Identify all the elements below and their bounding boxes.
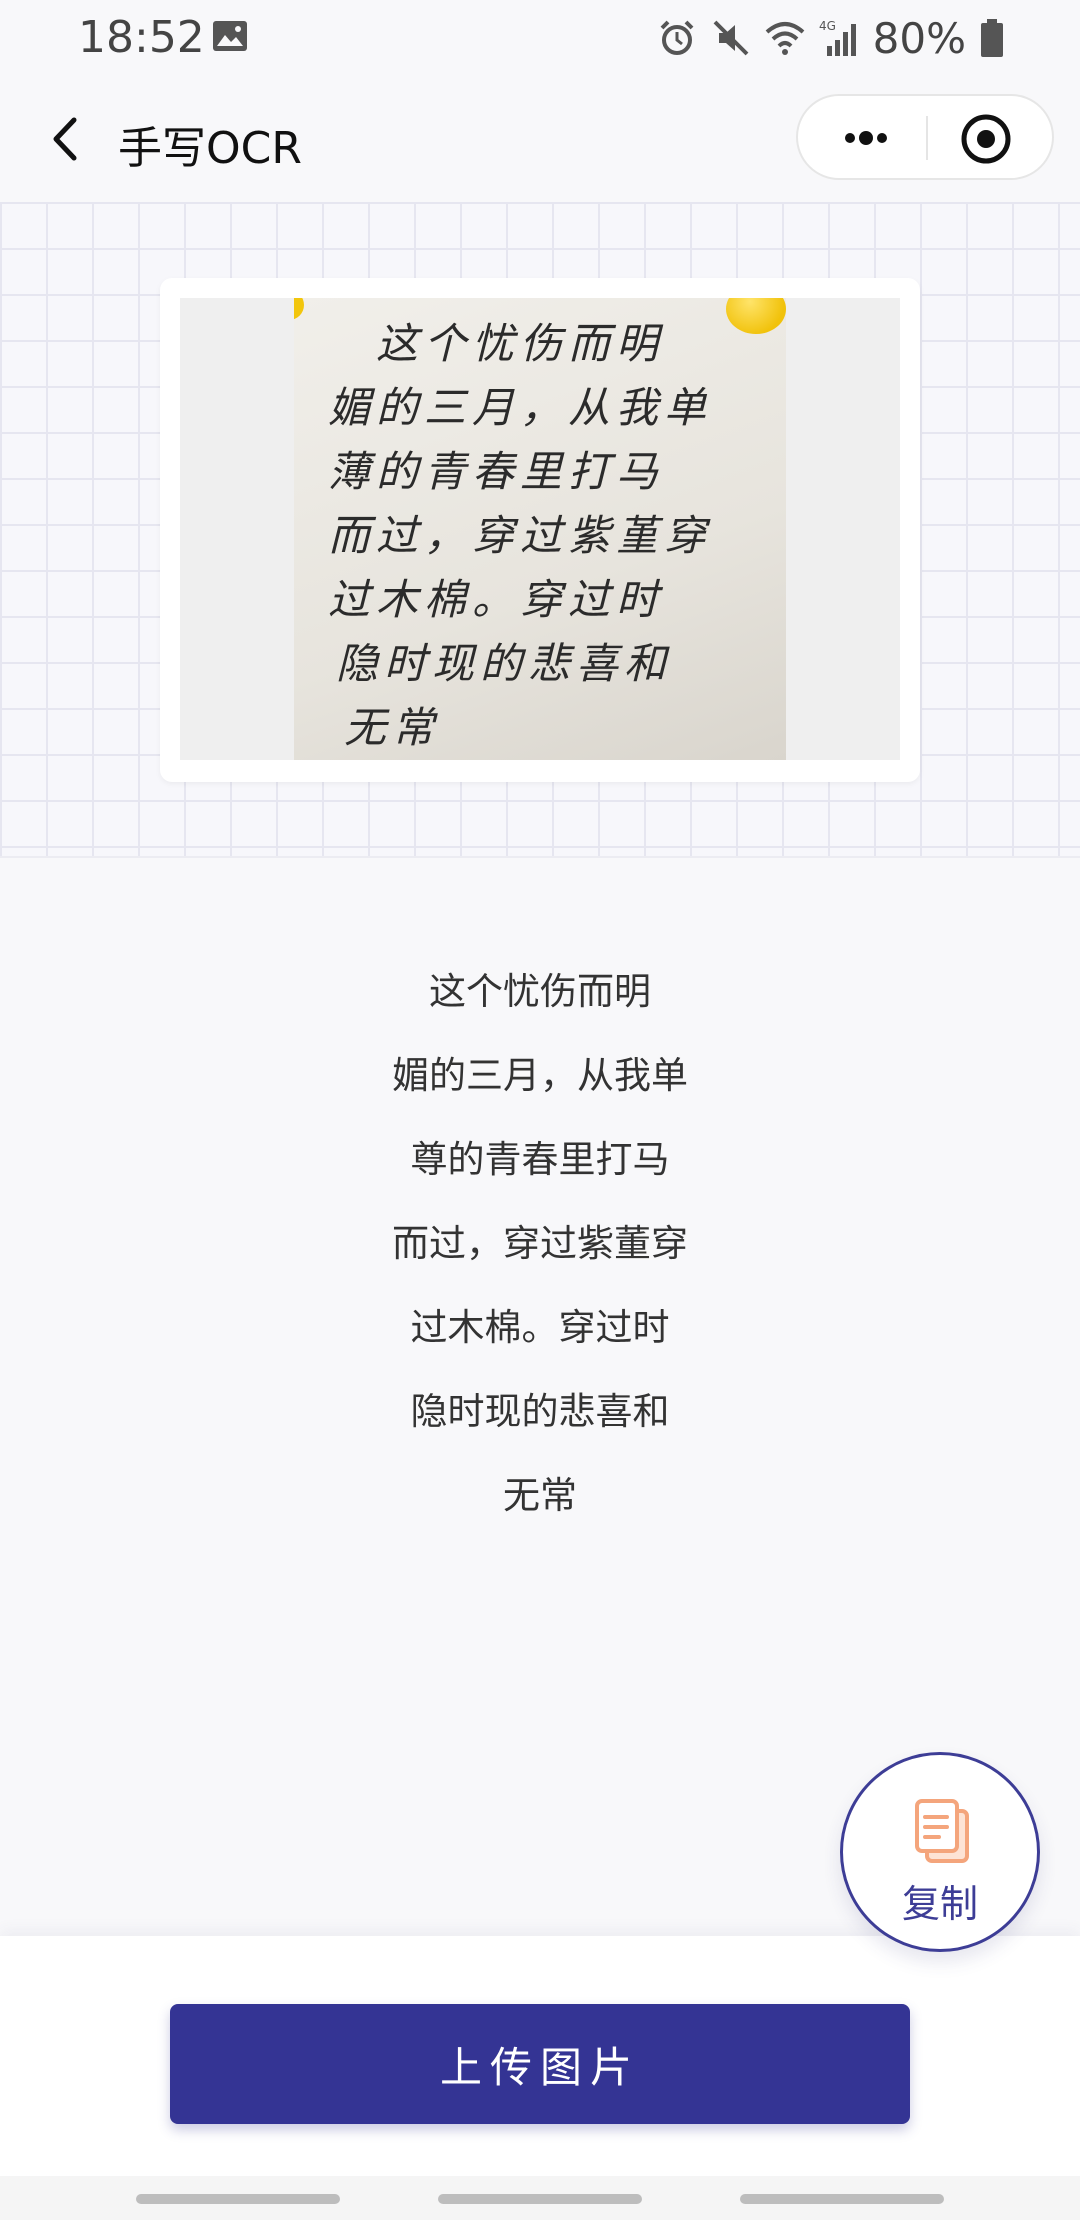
handwritten-paper: 这个忧伤而明 媚的三月，从我单 薄的青春里打马 而过，穿过紫堇穿 过木棉。穿过时… <box>294 298 786 760</box>
battery-percent: 80% <box>872 13 966 63</box>
image-preview-area: 这个忧伤而明 媚的三月，从我单 薄的青春里打马 而过，穿过紫堇穿 过木棉。穿过时… <box>0 202 1080 858</box>
status-icons: 4G 80% <box>657 10 1004 66</box>
copy-button-label: 复制 <box>901 1882 978 1926</box>
nav-pill-right[interactable] <box>740 2194 944 2204</box>
uploaded-photo: 这个忧伤而明 媚的三月，从我单 薄的青春里打马 而过，穿过紫堇穿 过木棉。穿过时… <box>180 298 900 760</box>
handwriting-line: 而过，穿过紫堇穿 <box>328 511 713 560</box>
mini-program-close-icon[interactable] <box>958 112 1014 166</box>
wifi-icon <box>765 22 804 55</box>
capsule-divider <box>926 116 928 160</box>
result-line: 隐时现的悲喜和 <box>410 1390 670 1433</box>
result-line: 而过，穿过紫董穿 <box>392 1222 688 1265</box>
upload-image-button[interactable]: 上传图片 <box>170 2004 910 2124</box>
nav-pill-center[interactable] <box>438 2194 642 2204</box>
mute-icon <box>713 20 749 56</box>
battery-icon <box>981 19 1003 57</box>
status-bar: 18:52 4G 80% <box>0 0 1080 76</box>
handwriting-line: 过木棉。穿过时 <box>328 575 665 624</box>
mini-program-capsule <box>796 94 1054 180</box>
svg-text:4G: 4G <box>819 19 836 33</box>
handwriting-line: 隐时现的悲喜和 <box>336 639 673 688</box>
more-dots-icon[interactable] <box>820 116 912 160</box>
ocr-result-text: 这个忧伤而明 媚的三月，从我单 尊的青春里打马 而过，穿过紫董穿 过木棉。穿过时… <box>0 950 1080 1538</box>
result-line: 过木棉。穿过时 <box>410 1306 670 1349</box>
gallery-icon <box>213 21 247 51</box>
status-time: 18:52 <box>78 12 205 63</box>
handwriting-text: 这个忧伤而明 媚的三月，从我单 薄的青春里打马 而过，穿过紫堇穿 过木棉。穿过时… <box>328 312 768 760</box>
copy-button[interactable]: 复制 <box>840 1752 1040 1952</box>
pushpin-left-icon <box>294 298 304 320</box>
copy-document-icon <box>915 1799 969 1863</box>
result-line: 媚的三月，从我单 <box>392 1054 688 1097</box>
bottom-panel: 上传图片 <box>0 1936 1080 2176</box>
system-navigation-bar <box>0 2176 1080 2220</box>
handwriting-line: 媚的三月，从我单 <box>328 383 713 432</box>
photo-card[interactable]: 这个忧伤而明 媚的三月，从我单 薄的青春里打马 而过，穿过紫堇穿 过木棉。穿过时… <box>160 278 920 782</box>
result-line: 尊的青春里打马 <box>410 1138 670 1181</box>
alarm-icon <box>660 20 694 55</box>
result-line: 无常 <box>503 1474 577 1517</box>
nav-pill-left[interactable] <box>136 2194 340 2204</box>
nav-bar: 手写OCR <box>0 76 1080 202</box>
handwriting-line: 薄的青春里打马 <box>328 447 665 496</box>
4g-signal-icon: 4G <box>819 19 856 56</box>
handwriting-line: 这个忧伤而明 <box>376 319 665 368</box>
result-line: 这个忧伤而明 <box>429 970 651 1013</box>
page-title: 手写OCR <box>118 123 302 174</box>
handwriting-line: 无常 <box>344 703 441 752</box>
back-button[interactable] <box>36 106 96 172</box>
